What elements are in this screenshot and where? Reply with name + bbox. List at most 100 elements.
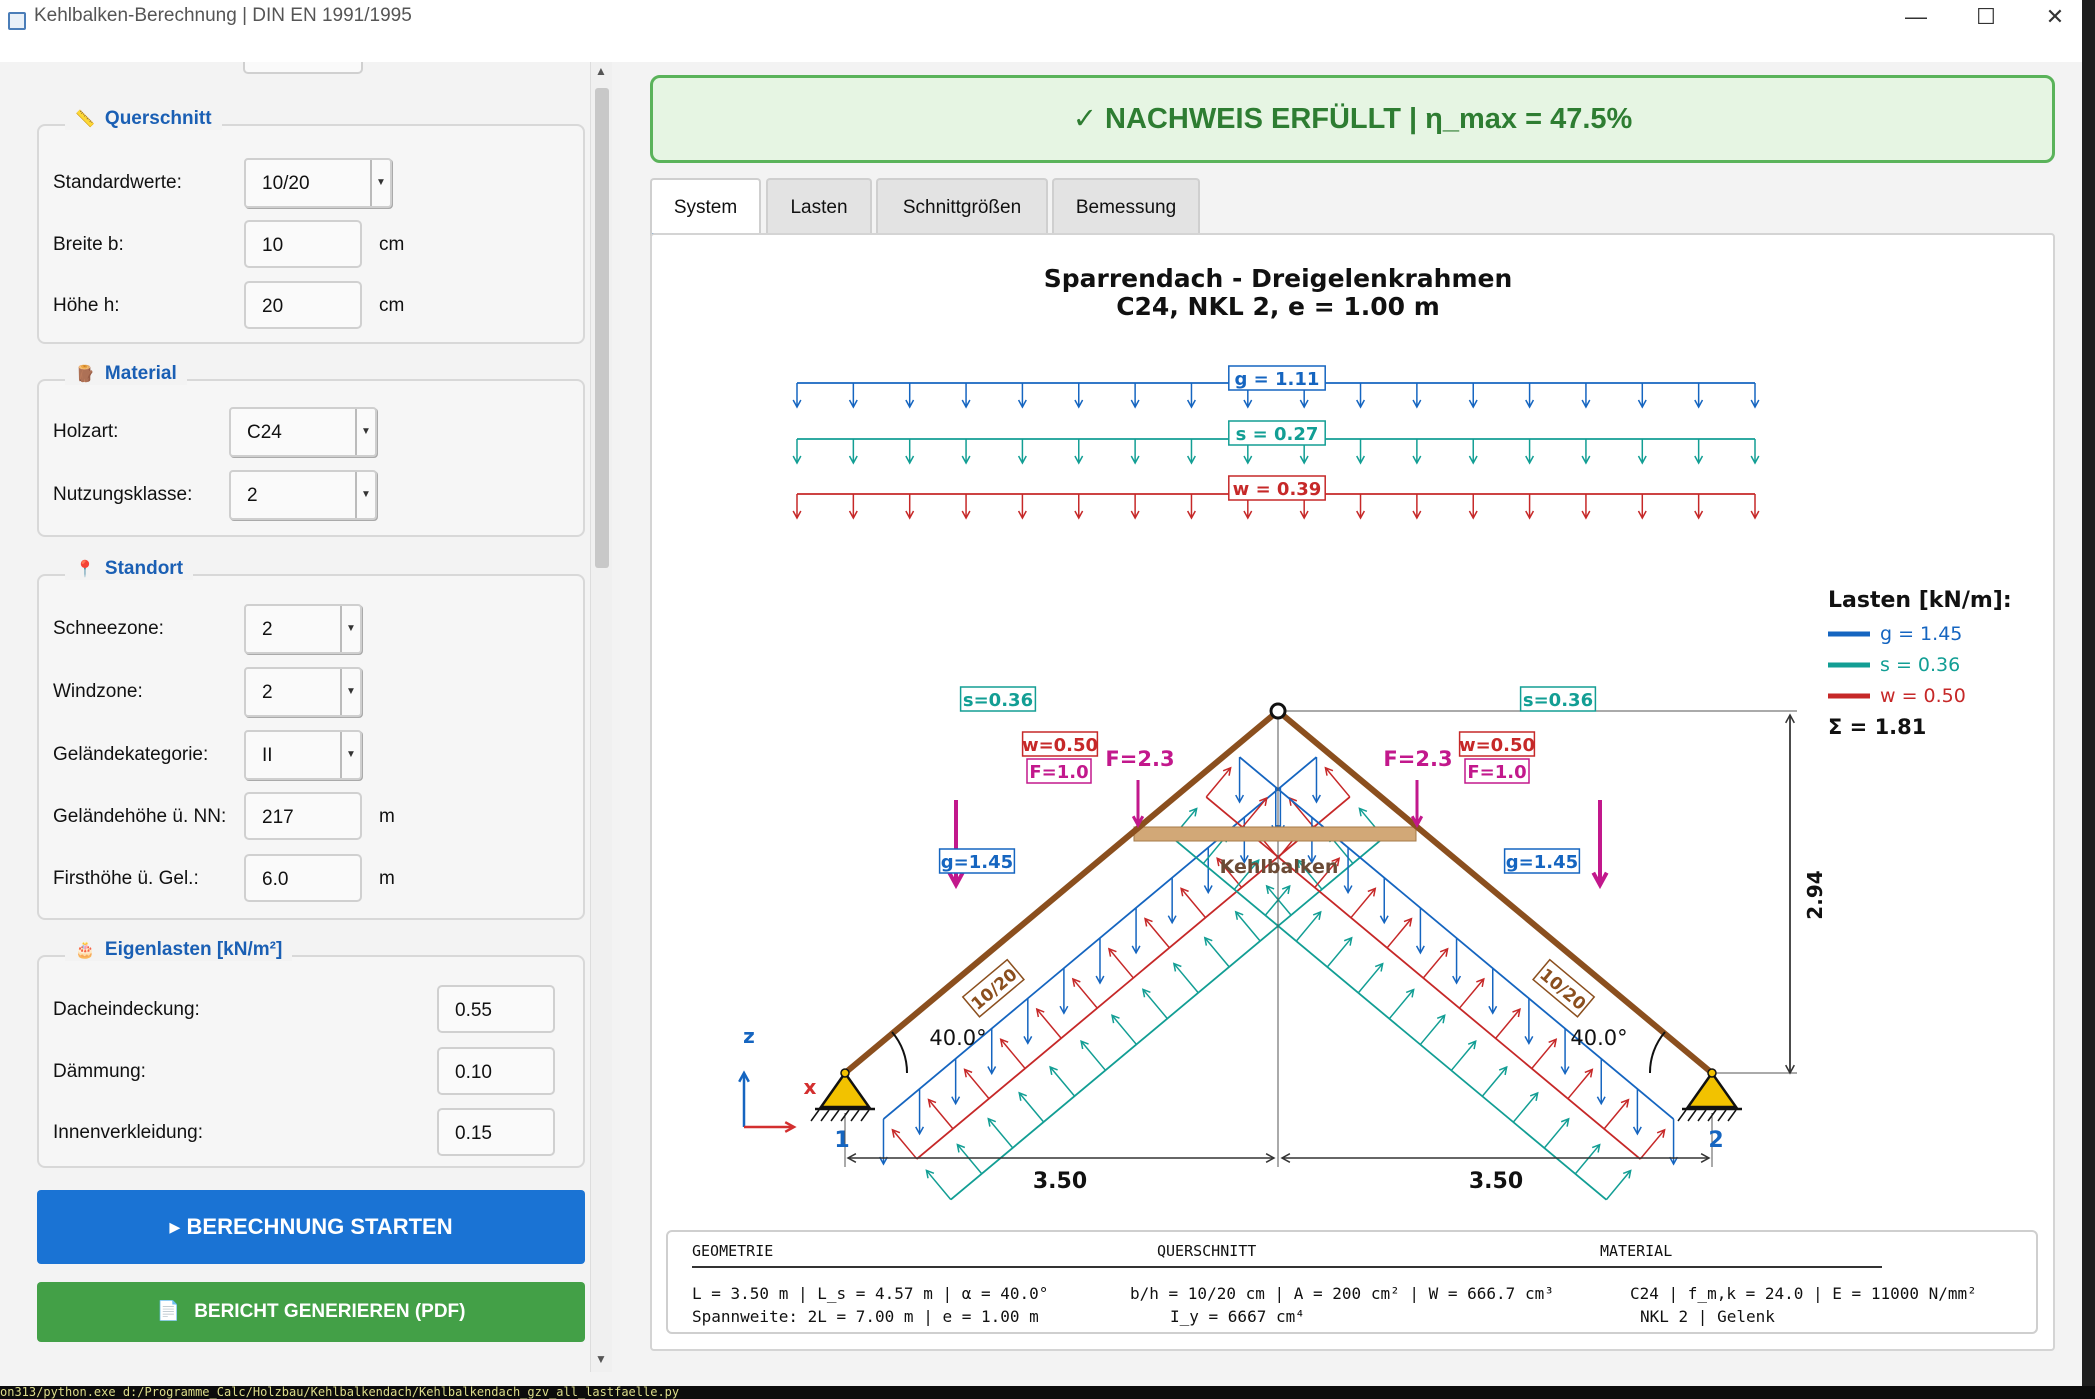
terminal-output: on313/python.exe d:/Programme_Calc/Holzb… bbox=[0, 1386, 2095, 1399]
load-s-right-arrow bbox=[1326, 937, 1353, 968]
location-pin-icon: 📍 bbox=[75, 561, 95, 578]
start-calculation-button[interactable]: ▸ BERECHNUNG STARTEN bbox=[37, 1190, 585, 1264]
cake-icon: 🎂 bbox=[75, 942, 95, 959]
label-f-left: F=1.0 bbox=[1029, 762, 1088, 783]
legend-w: w = 0.50 bbox=[1880, 685, 1966, 707]
node-label-2: 2 bbox=[1708, 1128, 1723, 1153]
load-w-right-arrow bbox=[1422, 948, 1449, 979]
result-banner: ✓ NACHWEIS ERFÜLLT | η_max = 47.5% bbox=[650, 75, 2055, 163]
ridge-hinge bbox=[1269, 702, 1287, 720]
standardwerte-select[interactable]: 10/20 ▼ bbox=[244, 158, 392, 208]
load-s-left-arrow bbox=[1266, 885, 1292, 916]
load-w-right-arrow bbox=[1603, 1099, 1630, 1130]
group-title-material: Material bbox=[104, 363, 177, 384]
label-f-big-left: F=2.3 bbox=[1105, 747, 1174, 771]
load-w-right-arrow bbox=[1386, 918, 1413, 949]
node-label-1: 1 bbox=[834, 1128, 849, 1153]
load-s-left-arrow bbox=[1142, 988, 1168, 1020]
load-w-left-arrow bbox=[1180, 887, 1207, 919]
legend-sum: Σ = 1.81 bbox=[1828, 715, 1926, 739]
label-g-top: g = 1.11 bbox=[1235, 369, 1320, 390]
support-hatch-1 bbox=[830, 1109, 840, 1122]
holzart-select[interactable]: C24 ▼ bbox=[229, 407, 377, 457]
tab-schnittgroessen[interactable]: Schnittgrößen bbox=[876, 178, 1048, 234]
label-holzart: Holzart: bbox=[53, 421, 119, 442]
load-s-right-arrow bbox=[1605, 1170, 1632, 1201]
tab-system[interactable]: System bbox=[650, 178, 761, 236]
querschnitt-line-1: b/h = 10/20 cm | A = 200 cm² | W = 666.7… bbox=[1130, 1284, 1554, 1303]
chevron-down-icon: ▼ bbox=[355, 472, 375, 518]
nutzungsklasse-select[interactable]: 2 ▼ bbox=[229, 470, 377, 520]
material-line-2: NKL 2 | Gelenk bbox=[1640, 1307, 1775, 1326]
clipped-field[interactable] bbox=[243, 62, 363, 74]
gelaendekategorie-select[interactable]: II ▼ bbox=[244, 730, 362, 780]
dim-label-right: 3.50 bbox=[1469, 1169, 1523, 1194]
innenverkleidung-input[interactable]: 0.15 bbox=[437, 1108, 555, 1156]
load-w-right-arrow bbox=[1531, 1038, 1557, 1069]
figure-title-1: Sparrendach - Dreigelenkrahmen bbox=[1044, 264, 1513, 293]
minimize-button[interactable]: — bbox=[1886, 2, 1946, 32]
windzone-select[interactable]: 2 ▼ bbox=[244, 667, 362, 717]
load-w-left-arrow bbox=[891, 1129, 918, 1160]
wood-log-icon: 🪵 bbox=[75, 366, 95, 383]
load-s-right-arrow bbox=[1543, 1118, 1570, 1149]
dacheindeckung-input[interactable]: 0.55 bbox=[437, 985, 555, 1033]
kehlbalken-beam bbox=[1133, 826, 1417, 842]
hoehe-input[interactable]: 20 bbox=[244, 281, 362, 329]
chevron-down-icon: ▼ bbox=[370, 160, 390, 206]
tab-bemessung[interactable]: Bemessung bbox=[1052, 178, 1200, 234]
schneezone-select[interactable]: 2 ▼ bbox=[244, 604, 362, 654]
support-hatch-1 bbox=[850, 1109, 860, 1122]
load-w-right-arrow bbox=[1350, 888, 1376, 919]
label-w-right: w=0.50 bbox=[1459, 735, 1535, 756]
generate-report-button[interactable]: 📄 BERICHT GENERIEREN (PDF) bbox=[37, 1282, 585, 1342]
scroll-up-icon[interactable]: ▲ bbox=[595, 64, 607, 78]
load-w-left-arrow bbox=[1072, 978, 1098, 1009]
label-schneezone: Schneezone: bbox=[53, 618, 164, 639]
load-w-left-arrow bbox=[964, 1068, 990, 1100]
angle-arc-left bbox=[891, 1031, 909, 1074]
load-w-left-arrow bbox=[1144, 918, 1170, 949]
tab-lasten[interactable]: Lasten bbox=[766, 178, 872, 234]
close-button[interactable]: ✕ bbox=[2025, 2, 2085, 32]
maximize-button[interactable]: ☐ bbox=[1956, 2, 2016, 32]
unit-cm: cm bbox=[379, 295, 405, 316]
load-s-right-arrow bbox=[1388, 989, 1415, 1020]
firsthoehe-input[interactable]: 6.0 bbox=[244, 854, 362, 902]
scroll-down-icon[interactable]: ▼ bbox=[595, 1352, 607, 1366]
support-hatch-2 bbox=[1727, 1109, 1737, 1122]
load-s-left-arrow bbox=[956, 1144, 983, 1175]
label-kehlbalken: Kehlbalken bbox=[1220, 856, 1339, 878]
load-s-left-arrow bbox=[1235, 911, 1261, 942]
title-bar: Kehlbalken-Berechnung | DIN EN 1991/1995… bbox=[0, 0, 2082, 62]
label-s-top: s = 0.27 bbox=[1236, 424, 1319, 445]
load-w-left-arrow bbox=[927, 1099, 954, 1130]
load-s-left-arrow bbox=[1204, 937, 1230, 968]
app-icon bbox=[8, 12, 26, 30]
ruler-icon: 📏 bbox=[75, 111, 95, 128]
window-title: Kehlbalken-Berechnung | DIN EN 1991/1995 bbox=[34, 5, 412, 26]
result-panel: ✓ NACHWEIS ERFÜLLT | η_max = 47.5% Syste… bbox=[650, 75, 2055, 1365]
legend-s: s = 0.36 bbox=[1880, 654, 1960, 676]
chevron-down-icon: ▼ bbox=[355, 409, 375, 455]
sidebar-scrollbar[interactable]: ▲ ▼ bbox=[590, 62, 612, 1372]
daemmung-input[interactable]: 0.10 bbox=[437, 1047, 555, 1095]
geometrie-line-2: Spannweite: 2L = 7.00 m | e = 1.00 m bbox=[692, 1307, 1039, 1326]
group-querschnitt: 📏 Querschnitt Standardwerte: 10/20 ▼ Breit… bbox=[37, 108, 585, 344]
load-s-left-arrow bbox=[987, 1118, 1014, 1149]
figure-title-2: C24, NKL 2, e = 1.00 m bbox=[1116, 292, 1440, 321]
support-1 bbox=[818, 1070, 872, 1109]
group-title-standort: Standort bbox=[104, 558, 184, 579]
load-w-left-arrow bbox=[1036, 1008, 1062, 1039]
group-title-querschnitt: Querschnitt bbox=[104, 108, 212, 129]
support-node-1 bbox=[840, 1068, 850, 1078]
load-s-right-arrow bbox=[1295, 911, 1322, 942]
label-w-left: w=0.50 bbox=[1022, 735, 1098, 756]
scrollbar-thumb[interactable] bbox=[595, 88, 609, 568]
label-w-top: w = 0.39 bbox=[1233, 479, 1322, 500]
load-s-left-arrow bbox=[1173, 963, 1199, 994]
gelaendehoehe-input[interactable]: 217 bbox=[244, 792, 362, 840]
unit-m: m bbox=[379, 868, 395, 889]
breite-input[interactable]: 10 bbox=[244, 220, 362, 268]
load-s-left-arrow bbox=[1111, 1014, 1137, 1045]
